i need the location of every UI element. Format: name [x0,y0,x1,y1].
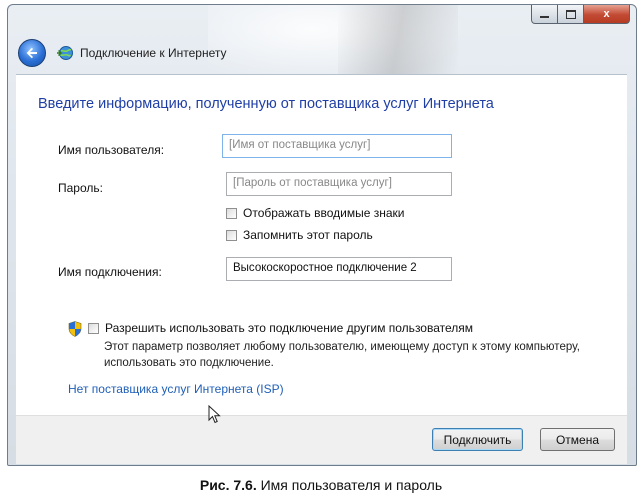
button-bar: Подключить Отмена [16,415,627,464]
sharing-description: Этот параметр позволяет любому пользоват… [104,339,614,371]
no-isp-link[interactable]: Нет поставщика услуг Интернета (ISP) [68,382,284,396]
cancel-button[interactable]: Отмена [540,428,615,451]
figure-number: Рис. 7.6. [199,477,257,493]
back-arrow-icon [26,47,37,59]
back-button[interactable] [18,39,46,67]
show-chars-checkbox[interactable]: Отображать вводимые знаки [226,206,404,220]
password-label: Пароль: [58,181,103,195]
close-button[interactable]: x [584,5,630,24]
content-panel: Введите информацию, полученную от постав… [16,74,627,415]
show-chars-label: Отображать вводимые знаки [243,206,405,220]
username-field[interactable]: [Имя от поставщика услуг] [222,134,452,158]
checkbox-box[interactable] [226,207,237,219]
connection-name-label: Имя подключения: [58,265,162,279]
minimize-button[interactable] [531,5,558,24]
window-title: Подключение к Интернету [80,46,227,60]
checkbox-box[interactable] [88,322,99,334]
connection-name-field[interactable]: Высокоскоростное подключение 2 [226,257,452,281]
dialog-window: x Подключение к Интернету Введите информ… [7,4,637,466]
remember-password-label: Запомнить этот пароль [243,228,373,242]
glass-shadow [338,5,458,75]
allow-others-checkbox[interactable]: Разрешить использовать это подключение д… [88,321,473,335]
figure-caption-text: Имя пользователя и пароль [256,477,443,493]
password-field[interactable]: [Пароль от поставщика услуг] [226,172,452,196]
uac-shield-icon [68,321,82,337]
checkbox-box[interactable] [226,229,237,241]
description-line: использовать это подключение. [104,357,274,369]
allow-others-label: Разрешить использовать это подключение д… [105,321,474,335]
mouse-cursor-icon [208,405,221,424]
remember-password-checkbox[interactable]: Запомнить этот пароль [226,228,373,242]
username-label: Имя пользователя: [58,143,165,157]
page-heading: Введите информацию, полученную от постав… [38,96,494,112]
description-line: Этот параметр позволяет любому пользоват… [104,341,580,353]
caption-buttons: x [531,5,630,24]
connect-button[interactable]: Подключить [432,428,523,451]
maximize-button[interactable] [558,5,584,24]
network-globe-icon [57,46,73,60]
figure-caption: Рис. 7.6. Имя пользователя и пароль [0,477,642,493]
